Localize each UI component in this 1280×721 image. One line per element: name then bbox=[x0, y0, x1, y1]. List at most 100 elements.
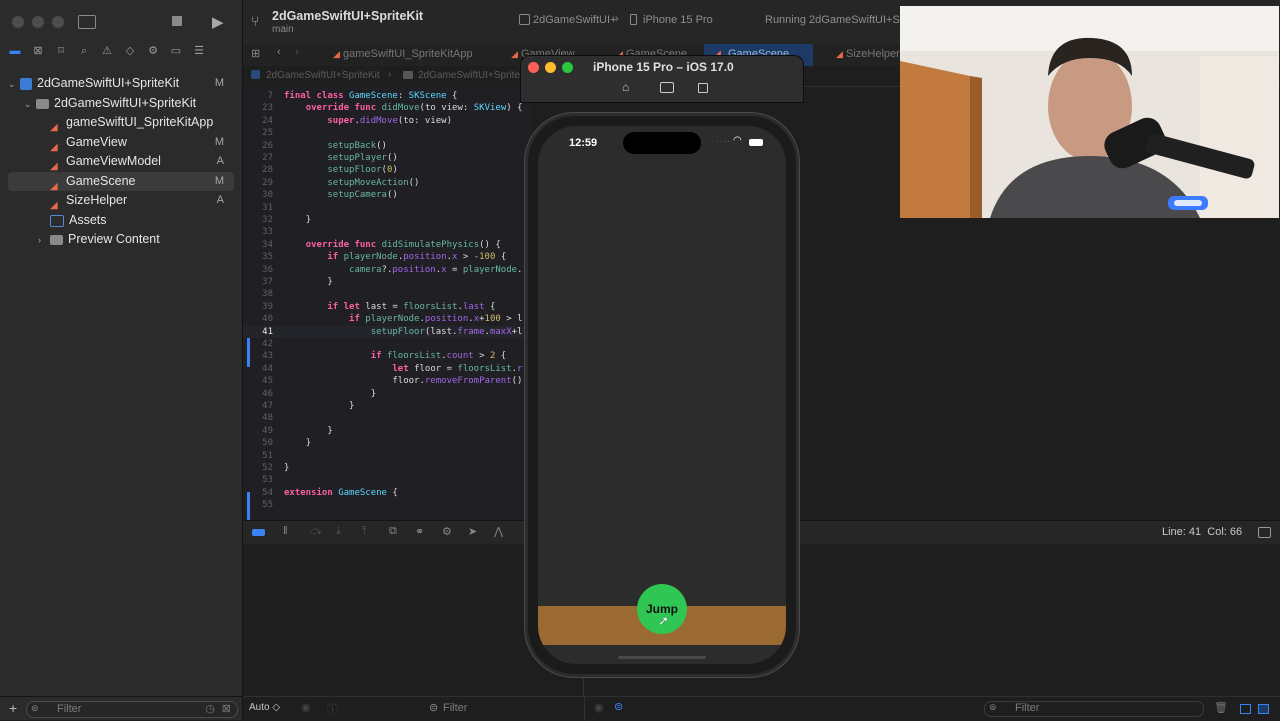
eye-icon[interactable]: ◉ bbox=[301, 701, 311, 714]
simulator-screen[interactable]: 12:59 ···· ◠ Jump ➚ bbox=[538, 126, 786, 664]
code-line[interactable]: 49 } bbox=[243, 425, 533, 437]
trash-icon[interactable]: 🗑 bbox=[1214, 701, 1228, 714]
tree-item-gameview[interactable]: ◢ GameView M bbox=[8, 133, 234, 153]
code-line[interactable]: 52} bbox=[243, 462, 533, 474]
code-text[interactable]: setupFloor(last.frame.maxX+l bbox=[284, 326, 523, 338]
code-line[interactable]: 28 setupFloor(0) bbox=[243, 164, 533, 176]
device-selector[interactable]: iPhone 15 Pro bbox=[643, 14, 713, 26]
code-line[interactable]: 33 bbox=[243, 226, 533, 238]
scm-filter-icon[interactable]: ⊠ bbox=[222, 702, 231, 715]
line-number[interactable]: 26 bbox=[243, 140, 273, 152]
view-hierarchy-icon[interactable]: ⧉ bbox=[389, 525, 397, 538]
line-number[interactable]: 53 bbox=[243, 474, 273, 486]
code-line[interactable]: 41 setupFloor(last.frame.maxX+l bbox=[243, 325, 533, 338]
grid-icon[interactable]: ⊞ bbox=[251, 47, 260, 60]
line-number[interactable]: 34 bbox=[243, 239, 273, 251]
line-number[interactable]: 36 bbox=[243, 264, 273, 276]
tree-item-group[interactable]: ⌄ 2dGameSwiftUI+SpriteKit bbox=[8, 94, 234, 113]
code-text[interactable]: if let last = floorsList.last { bbox=[284, 301, 495, 313]
line-number[interactable]: 37 bbox=[243, 276, 273, 288]
screenshot-icon[interactable] bbox=[660, 82, 674, 93]
code-line[interactable]: 30 setupCamera() bbox=[243, 189, 533, 201]
code-line[interactable]: 50 } bbox=[243, 437, 533, 449]
code-line[interactable]: 47 } bbox=[243, 400, 533, 412]
tree-item-assets[interactable]: Assets bbox=[8, 211, 234, 230]
step-over-icon[interactable]: ⤼ bbox=[310, 525, 322, 538]
chevron-down-icon[interactable]: ⌄ bbox=[8, 75, 20, 94]
find-icon[interactable]: ⌕ bbox=[77, 44, 91, 58]
code-line[interactable]: 36 camera?.position.x = playerNode. bbox=[243, 264, 533, 276]
line-number[interactable]: 45 bbox=[243, 375, 273, 387]
tree-item-sizehelper[interactable]: ◢ SizeHelper A bbox=[8, 191, 234, 211]
code-line[interactable]: 54 extension GameScene { bbox=[243, 487, 533, 499]
code-line[interactable]: 40 if playerNode.position.x+100 > l bbox=[243, 313, 533, 325]
test-icon[interactable]: ◇ bbox=[123, 44, 137, 58]
folder-navigator-icon[interactable]: ▬ bbox=[8, 44, 22, 58]
line-number[interactable]: 24 bbox=[243, 115, 273, 127]
code-line[interactable]: 35 if playerNode.position.x > -100 { bbox=[243, 251, 533, 263]
forward-icon[interactable]: › bbox=[295, 46, 299, 58]
window-minimize-button[interactable] bbox=[32, 16, 44, 28]
line-number[interactable]: 44 bbox=[243, 363, 273, 375]
code-line[interactable]: 23 override func didMove(to view: SKView… bbox=[243, 102, 533, 114]
code-line[interactable]: 29 setupMoveAction() bbox=[243, 177, 533, 189]
code-line[interactable]: 53 bbox=[243, 474, 533, 486]
recent-icon[interactable]: ◷ bbox=[205, 702, 215, 715]
code-line[interactable]: 45 floor.removeFromParent() bbox=[243, 375, 533, 387]
debug-layout-icon[interactable] bbox=[1258, 527, 1271, 538]
line-number[interactable]: 55 bbox=[243, 499, 273, 511]
line-number[interactable]: 50 bbox=[243, 437, 273, 449]
code-text[interactable]: } bbox=[284, 400, 354, 412]
navigator-filter-input[interactable]: ⊜ Filter ◷ ⊠ bbox=[26, 701, 238, 718]
code-text[interactable]: setupBack() bbox=[284, 140, 387, 152]
stop-icon[interactable] bbox=[172, 16, 182, 26]
code-line[interactable]: 32 } bbox=[243, 214, 533, 226]
code-text[interactable]: } bbox=[284, 425, 332, 437]
line-number[interactable]: 35 bbox=[243, 251, 273, 263]
code-editor[interactable]: 7 final class GameScene: SKScene {23 over… bbox=[243, 86, 533, 520]
back-icon[interactable]: ‹ bbox=[277, 46, 281, 58]
code-text[interactable]: setupMoveAction() bbox=[284, 177, 419, 189]
activity-view[interactable]: 2dGameSwiftUI+ › iPhone 15 Pro Running 2… bbox=[509, 11, 915, 31]
split-left-icon[interactable] bbox=[1240, 704, 1251, 714]
line-number[interactable]: 25 bbox=[243, 127, 273, 139]
console-output-icon[interactable]: ⊜ bbox=[614, 700, 623, 713]
line-number[interactable]: 33 bbox=[243, 226, 273, 238]
code-text[interactable]: } bbox=[284, 388, 376, 400]
code-text[interactable]: setupCamera() bbox=[284, 189, 397, 201]
line-number[interactable]: 47 bbox=[243, 400, 273, 412]
code-text[interactable]: if playerNode.position.x > -100 { bbox=[284, 251, 506, 263]
split-right-icon[interactable] bbox=[1258, 704, 1269, 714]
sim-minimize-button[interactable] bbox=[545, 62, 556, 73]
issue-icon[interactable]: ⚠ bbox=[100, 44, 114, 58]
line-number[interactable]: 51 bbox=[243, 450, 273, 462]
line-number[interactable]: 31 bbox=[243, 202, 273, 214]
code-line[interactable]: 7 final class GameScene: SKScene { bbox=[243, 90, 533, 102]
console-filter-input[interactable]: ⊜ Filter bbox=[984, 701, 1204, 717]
line-number[interactable]: 27 bbox=[243, 152, 273, 164]
code-text[interactable]: camera?.position.x = playerNode. bbox=[284, 264, 522, 276]
line-number[interactable]: 40 bbox=[243, 313, 273, 325]
code-line[interactable]: 39 if let last = floorsList.last { bbox=[243, 301, 533, 313]
tree-item-preview-content[interactable]: › Preview Content bbox=[8, 230, 234, 249]
tree-item-gamescene[interactable]: ◢ GameScene M bbox=[8, 172, 234, 192]
line-number[interactable]: 41 bbox=[243, 326, 273, 338]
line-number[interactable]: 49 bbox=[243, 425, 273, 437]
step-into-icon[interactable]: ⤓ bbox=[336, 525, 341, 538]
code-text[interactable]: extension GameScene { bbox=[284, 487, 398, 499]
pause-icon[interactable]: ‖ bbox=[283, 525, 288, 537]
line-number[interactable]: 52 bbox=[243, 462, 273, 474]
environment-icon[interactable]: ⚙ bbox=[442, 525, 452, 538]
code-line[interactable]: 44 let floor = floorsList.r bbox=[243, 363, 533, 375]
line-number[interactable]: 39 bbox=[243, 301, 273, 313]
code-line[interactable]: 25 bbox=[243, 127, 533, 139]
window-close-button[interactable] bbox=[12, 16, 24, 28]
code-text[interactable]: } bbox=[284, 437, 311, 449]
jumpbar-group[interactable]: 2dGameSwiftUI+SpriteKit bbox=[418, 70, 532, 81]
code-text[interactable]: setupPlayer() bbox=[284, 152, 397, 164]
chevron-down-icon[interactable]: ⌄ bbox=[24, 95, 36, 114]
chevron-right-icon[interactable]: › bbox=[38, 231, 50, 250]
code-text[interactable]: if floorsList.count > 2 { bbox=[284, 350, 507, 362]
code-text[interactable]: override func didMove(to view: SKView) { bbox=[284, 102, 523, 114]
code-text[interactable]: override func didSimulatePhysics() { bbox=[284, 239, 501, 251]
